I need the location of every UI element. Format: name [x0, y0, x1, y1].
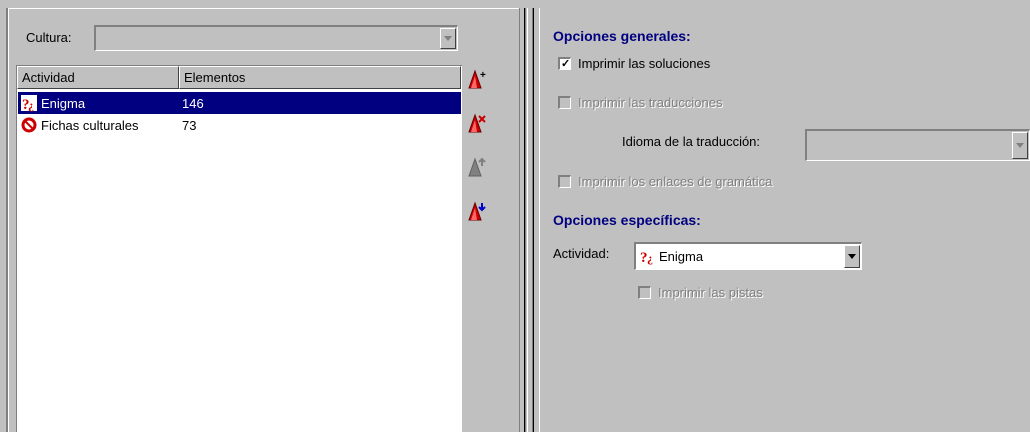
remove-activity-icon[interactable]	[466, 112, 488, 134]
elements-count: 146	[182, 95, 204, 111]
activity-name: Enigma	[41, 95, 86, 111]
splitter-line	[527, 8, 528, 432]
svg-text:¿: ¿	[647, 251, 653, 265]
no-entry-icon	[21, 117, 37, 133]
splitter-line	[533, 8, 534, 432]
print-translations-option: Imprimir las traducciones	[558, 95, 723, 110]
specific-options-title: Opciones específicas:	[553, 212, 701, 228]
print-grammar-links-checkbox	[558, 175, 571, 188]
pane-splitter[interactable]	[519, 8, 543, 432]
activity-name: Fichas culturales	[41, 117, 139, 133]
print-solutions-option[interactable]: ✓ Imprimir las soluciones	[558, 56, 710, 71]
activity-combobox[interactable]: ? ¿ Enigma	[634, 242, 862, 270]
activity-label: Actividad:	[553, 246, 610, 261]
culture-dropdown-button[interactable]	[440, 28, 456, 49]
splitter-line	[525, 8, 526, 432]
translation-language-combobox	[805, 129, 1030, 161]
move-up-icon[interactable]	[466, 156, 488, 178]
splitter-line	[519, 8, 520, 432]
column-header-activity[interactable]: Actividad	[17, 66, 179, 89]
print-hints-label: Imprimir las pistas	[658, 285, 763, 300]
move-down-icon[interactable]	[466, 200, 488, 222]
print-hints-option: Imprimir las pistas	[638, 285, 763, 300]
print-translations-checkbox	[558, 96, 571, 109]
add-activity-icon[interactable]: +	[466, 68, 488, 90]
print-hints-checkbox	[638, 286, 651, 299]
print-translations-label: Imprimir las traducciones	[578, 95, 723, 110]
elements-count: 73	[182, 117, 197, 133]
print-solutions-label: Imprimir las soluciones	[578, 56, 711, 71]
column-header-elements[interactable]: Elementos	[179, 66, 461, 89]
svg-text:+: +	[480, 70, 486, 81]
frame-left-border	[6, 8, 9, 432]
chevron-down-icon	[444, 36, 452, 41]
table-row[interactable]: ? ¿ Enigma 146	[18, 92, 461, 114]
activity-dropdown-button[interactable]	[844, 245, 860, 268]
activity-value: Enigma	[659, 248, 704, 264]
general-options-title: Opciones generales:	[553, 28, 691, 44]
culture-combobox[interactable]	[94, 25, 458, 51]
culture-label: Cultura:	[26, 30, 72, 45]
table-row[interactable]: Fichas culturales 73	[18, 114, 461, 136]
translation-language-dropdown-button	[1012, 132, 1028, 159]
splitter-line	[539, 8, 540, 432]
translation-language-label: Idioma de la traducción:	[622, 134, 761, 149]
frame-top-border	[6, 8, 519, 9]
print-solutions-checkbox[interactable]: ✓	[558, 57, 571, 70]
chevron-down-icon	[848, 254, 856, 259]
enigma-icon: ? ¿	[21, 95, 37, 112]
list-header: Actividad Elementos	[17, 66, 461, 89]
checkmark-icon: ✓	[561, 58, 571, 70]
svg-text:¿: ¿	[28, 98, 34, 112]
enigma-icon: ? ¿	[640, 250, 653, 265]
print-grammar-links-option: Imprimir los enlaces de gramática	[558, 174, 772, 189]
print-grammar-links-label: Imprimir los enlaces de gramática	[578, 174, 773, 189]
chevron-down-icon	[1016, 143, 1024, 148]
activity-list[interactable]: Actividad Elementos ? ¿ Enigma 146 Ficha…	[16, 65, 462, 432]
